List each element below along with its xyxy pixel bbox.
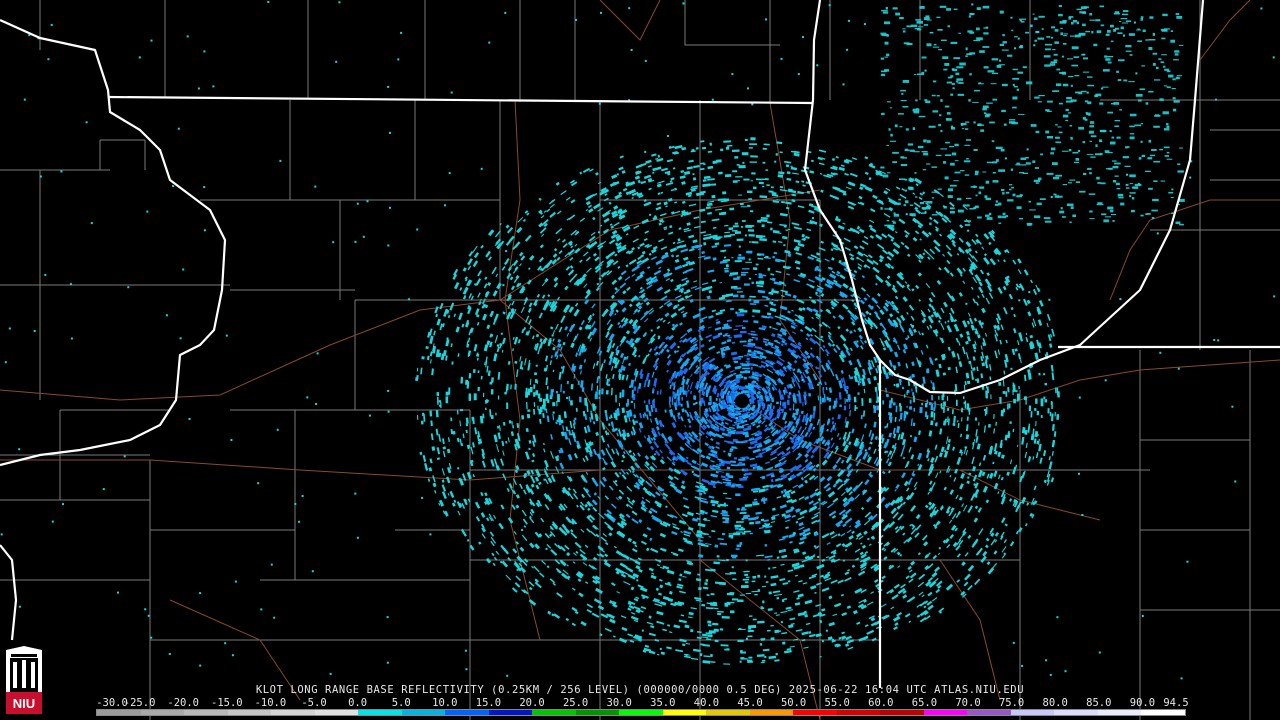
color-swatch xyxy=(923,710,968,715)
scale-label: 85.0 xyxy=(1086,697,1112,709)
color-swatch xyxy=(619,710,663,715)
color-swatch xyxy=(140,710,185,715)
scale-label: 10.0 xyxy=(432,697,458,709)
product-caption: KLOT LONG RANGE BASE REFLECTIVITY (0.25K… xyxy=(255,684,1025,696)
color-swatch xyxy=(1054,710,1098,715)
scale-label: 60.0 xyxy=(868,697,894,709)
color-swatch xyxy=(1141,710,1185,715)
color-swatch xyxy=(227,710,272,715)
scale-label: 20.0 xyxy=(519,697,545,709)
scale-label: 50.0 xyxy=(780,697,807,709)
color-swatch xyxy=(488,710,533,715)
scale-label: 65.0 xyxy=(911,697,938,709)
scale-labels: -30.0 -25.0 -20.0 -15.0 -10.0 -5.0 0.0 5.0 10.0 1… xyxy=(96,697,1189,709)
color-swatch xyxy=(532,710,576,715)
scale-label: 90.0 xyxy=(1129,697,1156,709)
scale-label: 55.0 xyxy=(824,697,850,709)
scale-label: -10.0 xyxy=(254,697,287,709)
scale-label: 5.0 xyxy=(391,697,411,709)
radar-site-marker xyxy=(735,394,749,408)
color-scale-bar xyxy=(96,709,1186,716)
color-swatch xyxy=(749,710,794,715)
color-swatch xyxy=(1097,710,1142,715)
scale-label: 45.0 xyxy=(737,697,763,709)
color-swatch xyxy=(706,710,750,715)
color-swatch xyxy=(1010,710,1055,715)
color-swatch xyxy=(967,710,1011,715)
scale-label: 0.0 xyxy=(348,697,368,709)
scale-label: 94.5 xyxy=(1163,697,1189,709)
color-swatch xyxy=(880,710,924,715)
scale-label: -5.0 xyxy=(301,697,327,709)
color-swatch xyxy=(793,710,837,715)
color-swatch xyxy=(662,710,707,715)
niu-logo-text: NIU xyxy=(13,696,35,711)
color-swatch xyxy=(445,710,489,715)
color-swatch xyxy=(314,710,359,715)
scale-label: 70.0 xyxy=(955,697,981,709)
scale-label: 15.0 xyxy=(475,697,502,709)
color-swatch xyxy=(97,710,141,715)
radar-map xyxy=(0,0,1280,720)
scale-label: 75.0 xyxy=(998,697,1025,709)
scale-label: 40.0 xyxy=(693,697,720,709)
scale-label: 35.0 xyxy=(650,697,676,709)
color-swatch xyxy=(271,710,315,715)
color-swatch xyxy=(836,710,881,715)
scale-label: 80.0 xyxy=(1042,697,1068,709)
scale-label: -20.0 xyxy=(167,697,199,709)
color-swatch xyxy=(184,710,228,715)
scale-label: -15.0 xyxy=(210,697,243,709)
niu-logo: NIU xyxy=(6,646,42,714)
color-swatch xyxy=(358,710,402,715)
color-swatch xyxy=(401,710,446,715)
color-swatch xyxy=(575,710,620,715)
scale-label: 30.0 xyxy=(606,697,632,709)
scale-label: 25.0 xyxy=(562,697,589,709)
scale-label: -25.0 xyxy=(123,697,156,709)
